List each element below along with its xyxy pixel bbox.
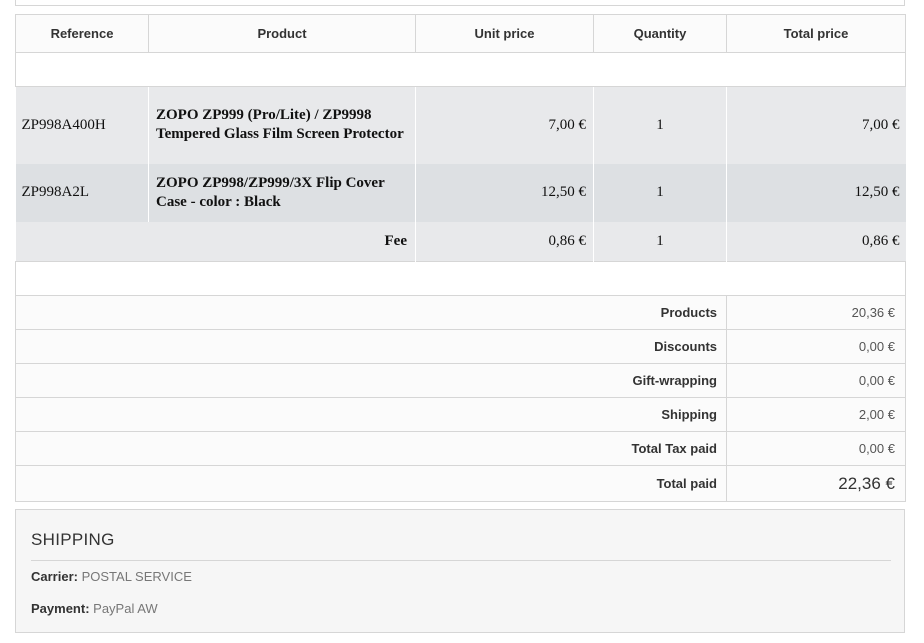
carrier-value: POSTAL SERVICE <box>81 569 192 584</box>
table-row: ZP998A2L ZOPO ZP998/ZP999/3X Flip Cover … <box>15 163 906 222</box>
item-total-price: 12,50 € <box>726 163 906 222</box>
column-header-reference: Reference <box>15 14 149 53</box>
column-header-total-price: Total price <box>726 14 906 53</box>
totals-discounts-label: Discounts <box>15 329 727 364</box>
shipping-panel: SHIPPING Carrier: POSTAL SERVICE Payment… <box>15 509 905 633</box>
item-unit-price: 7,00 € <box>415 86 594 164</box>
fee-total-price: 0,86 € <box>726 221 906 262</box>
column-header-product: Product <box>148 14 416 53</box>
table-header-row: Reference Product Unit price Quantity To… <box>15 14 906 53</box>
fee-row: Fee 0,86 € 1 0,86 € <box>15 221 906 262</box>
item-quantity: 1 <box>593 86 727 164</box>
column-header-quantity: Quantity <box>593 14 727 53</box>
payment-value: PayPal AW <box>93 601 158 616</box>
fee-unit-price: 0,86 € <box>415 221 594 262</box>
totals-row-products: Products 20,36 € <box>15 295 906 330</box>
item-total-price: 7,00 € <box>726 86 906 164</box>
item-reference: ZP998A2L <box>15 163 149 222</box>
item-unit-price: 12,50 € <box>415 163 594 222</box>
fee-label: Fee <box>15 221 416 262</box>
totals-products-label: Products <box>15 295 727 330</box>
carrier-label: Carrier: <box>31 569 78 584</box>
table-spacer-row <box>15 52 906 87</box>
totals-total-paid-label: Total paid <box>15 465 727 502</box>
item-reference: ZP998A400H <box>15 86 149 164</box>
previous-panel-edge <box>15 0 905 6</box>
table-spacer-row <box>15 261 906 296</box>
totals-tax-label: Total Tax paid <box>15 431 727 466</box>
totals-row-tax: Total Tax paid 0,00 € <box>15 431 906 466</box>
order-details-table: Reference Product Unit price Quantity To… <box>15 14 906 502</box>
totals-row-gift-wrapping: Gift-wrapping 0,00 € <box>15 363 906 398</box>
table-row: ZP998A400H ZOPO ZP999 (Pro/Lite) / ZP999… <box>15 86 906 164</box>
totals-total-paid-value: 22,36 € <box>726 465 906 502</box>
payment-label: Payment: <box>31 601 90 616</box>
totals-shipping-label: Shipping <box>15 397 727 432</box>
totals-row-discounts: Discounts 0,00 € <box>15 329 906 364</box>
totals-row-shipping: Shipping 2,00 € <box>15 397 906 432</box>
item-product-name: ZOPO ZP998/ZP999/3X Flip Cover Case - co… <box>148 163 416 222</box>
payment-line: Payment: PayPal AW <box>31 601 158 616</box>
totals-gift-wrapping-value: 0,00 € <box>726 363 906 398</box>
totals-shipping-value: 2,00 € <box>726 397 906 432</box>
item-product-name: ZOPO ZP999 (Pro/Lite) / ZP9998 Tempered … <box>148 86 416 164</box>
totals-gift-wrapping-label: Gift-wrapping <box>15 363 727 398</box>
totals-row-total-paid: Total paid 22,36 € <box>15 465 906 502</box>
item-quantity: 1 <box>593 163 727 222</box>
totals-tax-value: 0,00 € <box>726 431 906 466</box>
column-header-unit-price: Unit price <box>415 14 594 53</box>
shipping-heading: SHIPPING <box>31 530 891 561</box>
carrier-line: Carrier: POSTAL SERVICE <box>31 569 192 584</box>
totals-discounts-value: 0,00 € <box>726 329 906 364</box>
fee-quantity: 1 <box>593 221 727 262</box>
totals-products-value: 20,36 € <box>726 295 906 330</box>
